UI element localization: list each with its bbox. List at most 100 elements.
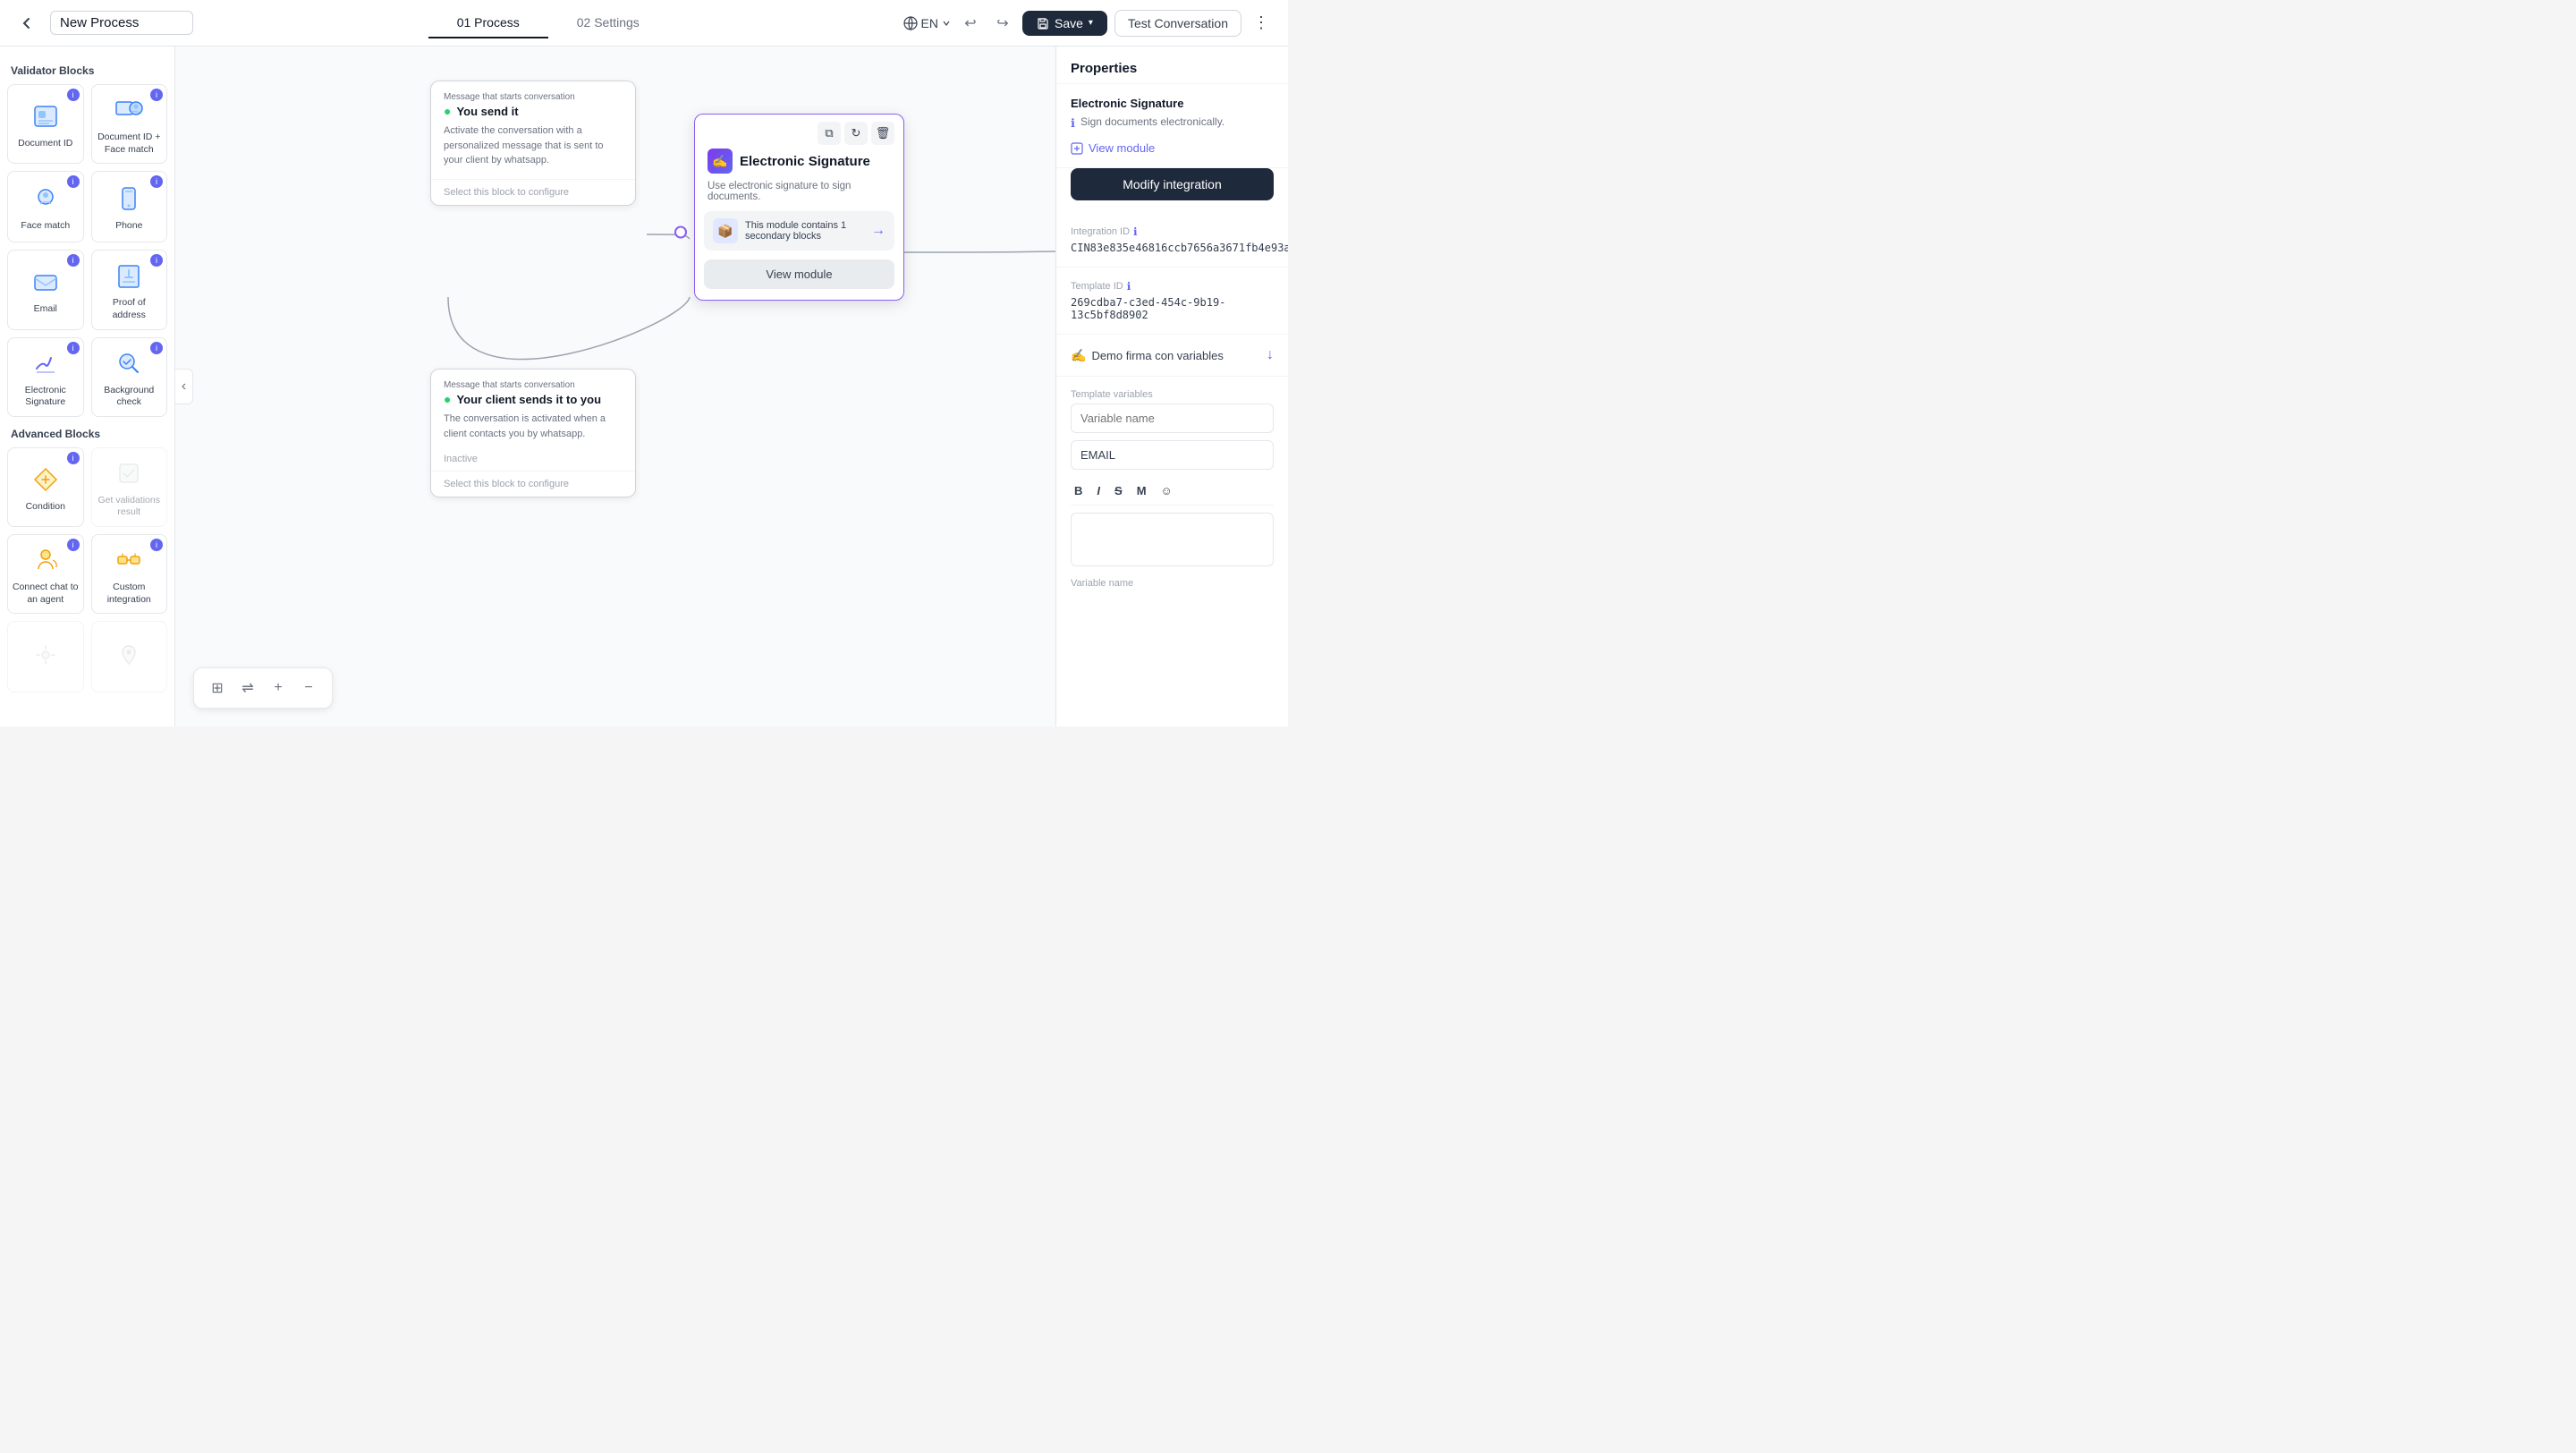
esig-module-text: This module contains 1 secondary blocks	[745, 220, 864, 242]
variable-text-area[interactable]	[1071, 513, 1274, 566]
template-id-section: Template ID ℹ 269cdba7-c3ed-454c-9b19-13…	[1056, 268, 1288, 335]
block-electronic-signature[interactable]: i Electronic Signature	[7, 337, 84, 417]
back-button[interactable]	[14, 11, 39, 36]
phone-icon	[113, 183, 145, 215]
email-icon	[30, 266, 62, 298]
esig-refresh-button[interactable]: ↻	[844, 122, 868, 145]
demo-label: Demo firma con variables	[1091, 349, 1223, 362]
node-footer: Select this block to configure	[431, 179, 635, 205]
block-info-icon: i	[150, 539, 163, 551]
block-condition[interactable]: i Condition	[7, 447, 84, 527]
test-button[interactable]: Test Conversation	[1114, 10, 1241, 37]
language-button[interactable]: EN	[903, 16, 951, 30]
template-id-info-icon: ℹ	[1127, 280, 1131, 293]
validator-blocks-grid: i Document ID i Document ID + Face match…	[7, 84, 167, 417]
advanced-blocks-title: Advanced Blocks	[11, 428, 164, 440]
integration-id-section: Integration ID ℹ CIN83e835e46816ccb7656a…	[1056, 213, 1288, 268]
esig-view-module-button[interactable]: View module	[704, 259, 894, 289]
block-info-icon: i	[150, 342, 163, 354]
tab-settings[interactable]: 02 Settings	[548, 8, 668, 38]
canvas: ‹ Message that starts conversation ● You…	[175, 47, 1055, 726]
block-label: Background check	[96, 385, 164, 409]
background-check-icon	[113, 347, 145, 379]
props-section-desc: ℹ Sign documents electronically.	[1071, 115, 1274, 131]
block-connect-agent[interactable]: i Connect chat to an agent	[7, 534, 84, 614]
redo-button[interactable]: ↪	[990, 11, 1015, 36]
variable-value-input[interactable]	[1071, 440, 1274, 470]
esig-copy-button[interactable]: ⧉	[818, 122, 841, 145]
whatsapp-icon: ●	[444, 104, 451, 118]
block-proof-of-address[interactable]: i Proof of address	[91, 250, 168, 329]
node-title: ● You send it	[444, 104, 623, 118]
esig-delete-button[interactable]: 🗑	[871, 122, 894, 145]
template-id-label: Template ID ℹ	[1071, 280, 1274, 293]
block-document-id[interactable]: i Document ID	[7, 84, 84, 164]
document-id-icon	[30, 100, 62, 132]
block-custom-integration[interactable]: i Custom integration	[91, 534, 168, 614]
main-layout: Validator Blocks i Document ID i Documen…	[0, 47, 1288, 726]
advanced-blocks-grid: i Condition Get validations result i	[7, 447, 167, 693]
block-email[interactable]: i Email	[7, 250, 84, 329]
electronic-signature-icon	[30, 347, 62, 379]
properties-esig-section: Electronic Signature ℹ Sign documents el…	[1056, 84, 1288, 168]
get-validations-icon	[113, 457, 145, 489]
node-start-you[interactable]: Message that starts conversation ● You s…	[430, 81, 636, 206]
sidebar-collapse-handle[interactable]: ‹	[175, 369, 193, 404]
esig-module-row[interactable]: 📦 This module contains 1 secondary block…	[704, 211, 894, 251]
block-info-icon: i	[67, 89, 80, 101]
fit-view-button[interactable]: ⊞	[203, 674, 232, 702]
strikethrough-button[interactable]: S	[1111, 482, 1126, 499]
tab-process[interactable]: 01 Process	[428, 8, 548, 38]
process-title-input[interactable]	[50, 11, 193, 35]
integration-id-label: Integration ID ℹ	[1071, 225, 1274, 238]
node-header: Message that starts conversation ● You s…	[431, 81, 635, 123]
block-background-check[interactable]: i Background check	[91, 337, 168, 417]
demo-download-icon[interactable]: ↓	[1267, 347, 1274, 363]
block-phone[interactable]: i Phone	[91, 171, 168, 242]
bold-button[interactable]: B	[1071, 482, 1086, 499]
variable-name-input[interactable]	[1071, 404, 1274, 433]
block-label: Proof of address	[96, 297, 164, 321]
emoji-button[interactable]: ☺	[1157, 482, 1176, 499]
zoom-out-button[interactable]: −	[294, 674, 323, 702]
monospace-button[interactable]: M	[1133, 482, 1150, 499]
block-label: Email	[34, 303, 57, 316]
variable-name-label-2: Variable name	[1071, 578, 1274, 589]
italic-button[interactable]: I	[1093, 482, 1104, 499]
block-info-icon: i	[150, 89, 163, 101]
custom-integration-icon	[113, 544, 145, 576]
node-body: Activate the conversation with a persona…	[431, 123, 635, 179]
block-unknown-1	[7, 621, 84, 693]
block-info-icon: i	[67, 254, 80, 267]
face-match-icon	[30, 183, 62, 215]
more-menu-button[interactable]: ⋮	[1249, 11, 1274, 36]
block-face-match[interactable]: i Face match	[7, 171, 84, 242]
node-type-label: Message that starts conversation	[444, 380, 623, 390]
block-label: Condition	[26, 501, 65, 514]
modify-integration-button[interactable]: Modify integration	[1071, 168, 1274, 200]
node-title: ● Your client sends it to you	[444, 392, 623, 406]
esig-card[interactable]: ⧉ ↻ 🗑 ✍ Electronic Signature Use electro…	[694, 114, 904, 301]
block-label: Electronic Signature	[12, 385, 80, 409]
esig-header: ✍ Electronic Signature	[695, 145, 903, 181]
template-vars-label: Template variables	[1071, 389, 1274, 400]
props-view-module-button[interactable]: View module	[1071, 141, 1155, 155]
esig-toolbar: ⧉ ↻ 🗑	[695, 115, 903, 145]
zoom-in-button[interactable]: +	[264, 674, 292, 702]
block-label: Document ID + Face match	[96, 132, 164, 156]
node-start-client[interactable]: Message that starts conversation ● Your …	[430, 369, 636, 497]
properties-header: Properties	[1056, 47, 1288, 84]
block-info-icon: i	[67, 342, 80, 354]
undo-button[interactable]: ↩	[958, 11, 983, 36]
esig-module-arrow-icon[interactable]: →	[871, 223, 886, 239]
block-document-id-face[interactable]: i Document ID + Face match	[91, 84, 168, 164]
canvas-toolbar: ⊞ ⇌ + −	[193, 667, 333, 709]
topbar: 01 Process 02 Settings EN ↩ ↪ Save ▾ Tes…	[0, 0, 1288, 47]
node-header: Message that starts conversation ● Your …	[431, 370, 635, 412]
save-button[interactable]: Save ▾	[1022, 11, 1107, 36]
save-label: Save	[1055, 16, 1083, 30]
template-id-value: 269cdba7-c3ed-454c-9b19-13c5bf8d8902	[1071, 296, 1274, 321]
whatsapp-icon: ●	[444, 392, 451, 406]
share-button[interactable]: ⇌	[233, 674, 262, 702]
location-icon	[113, 639, 145, 671]
